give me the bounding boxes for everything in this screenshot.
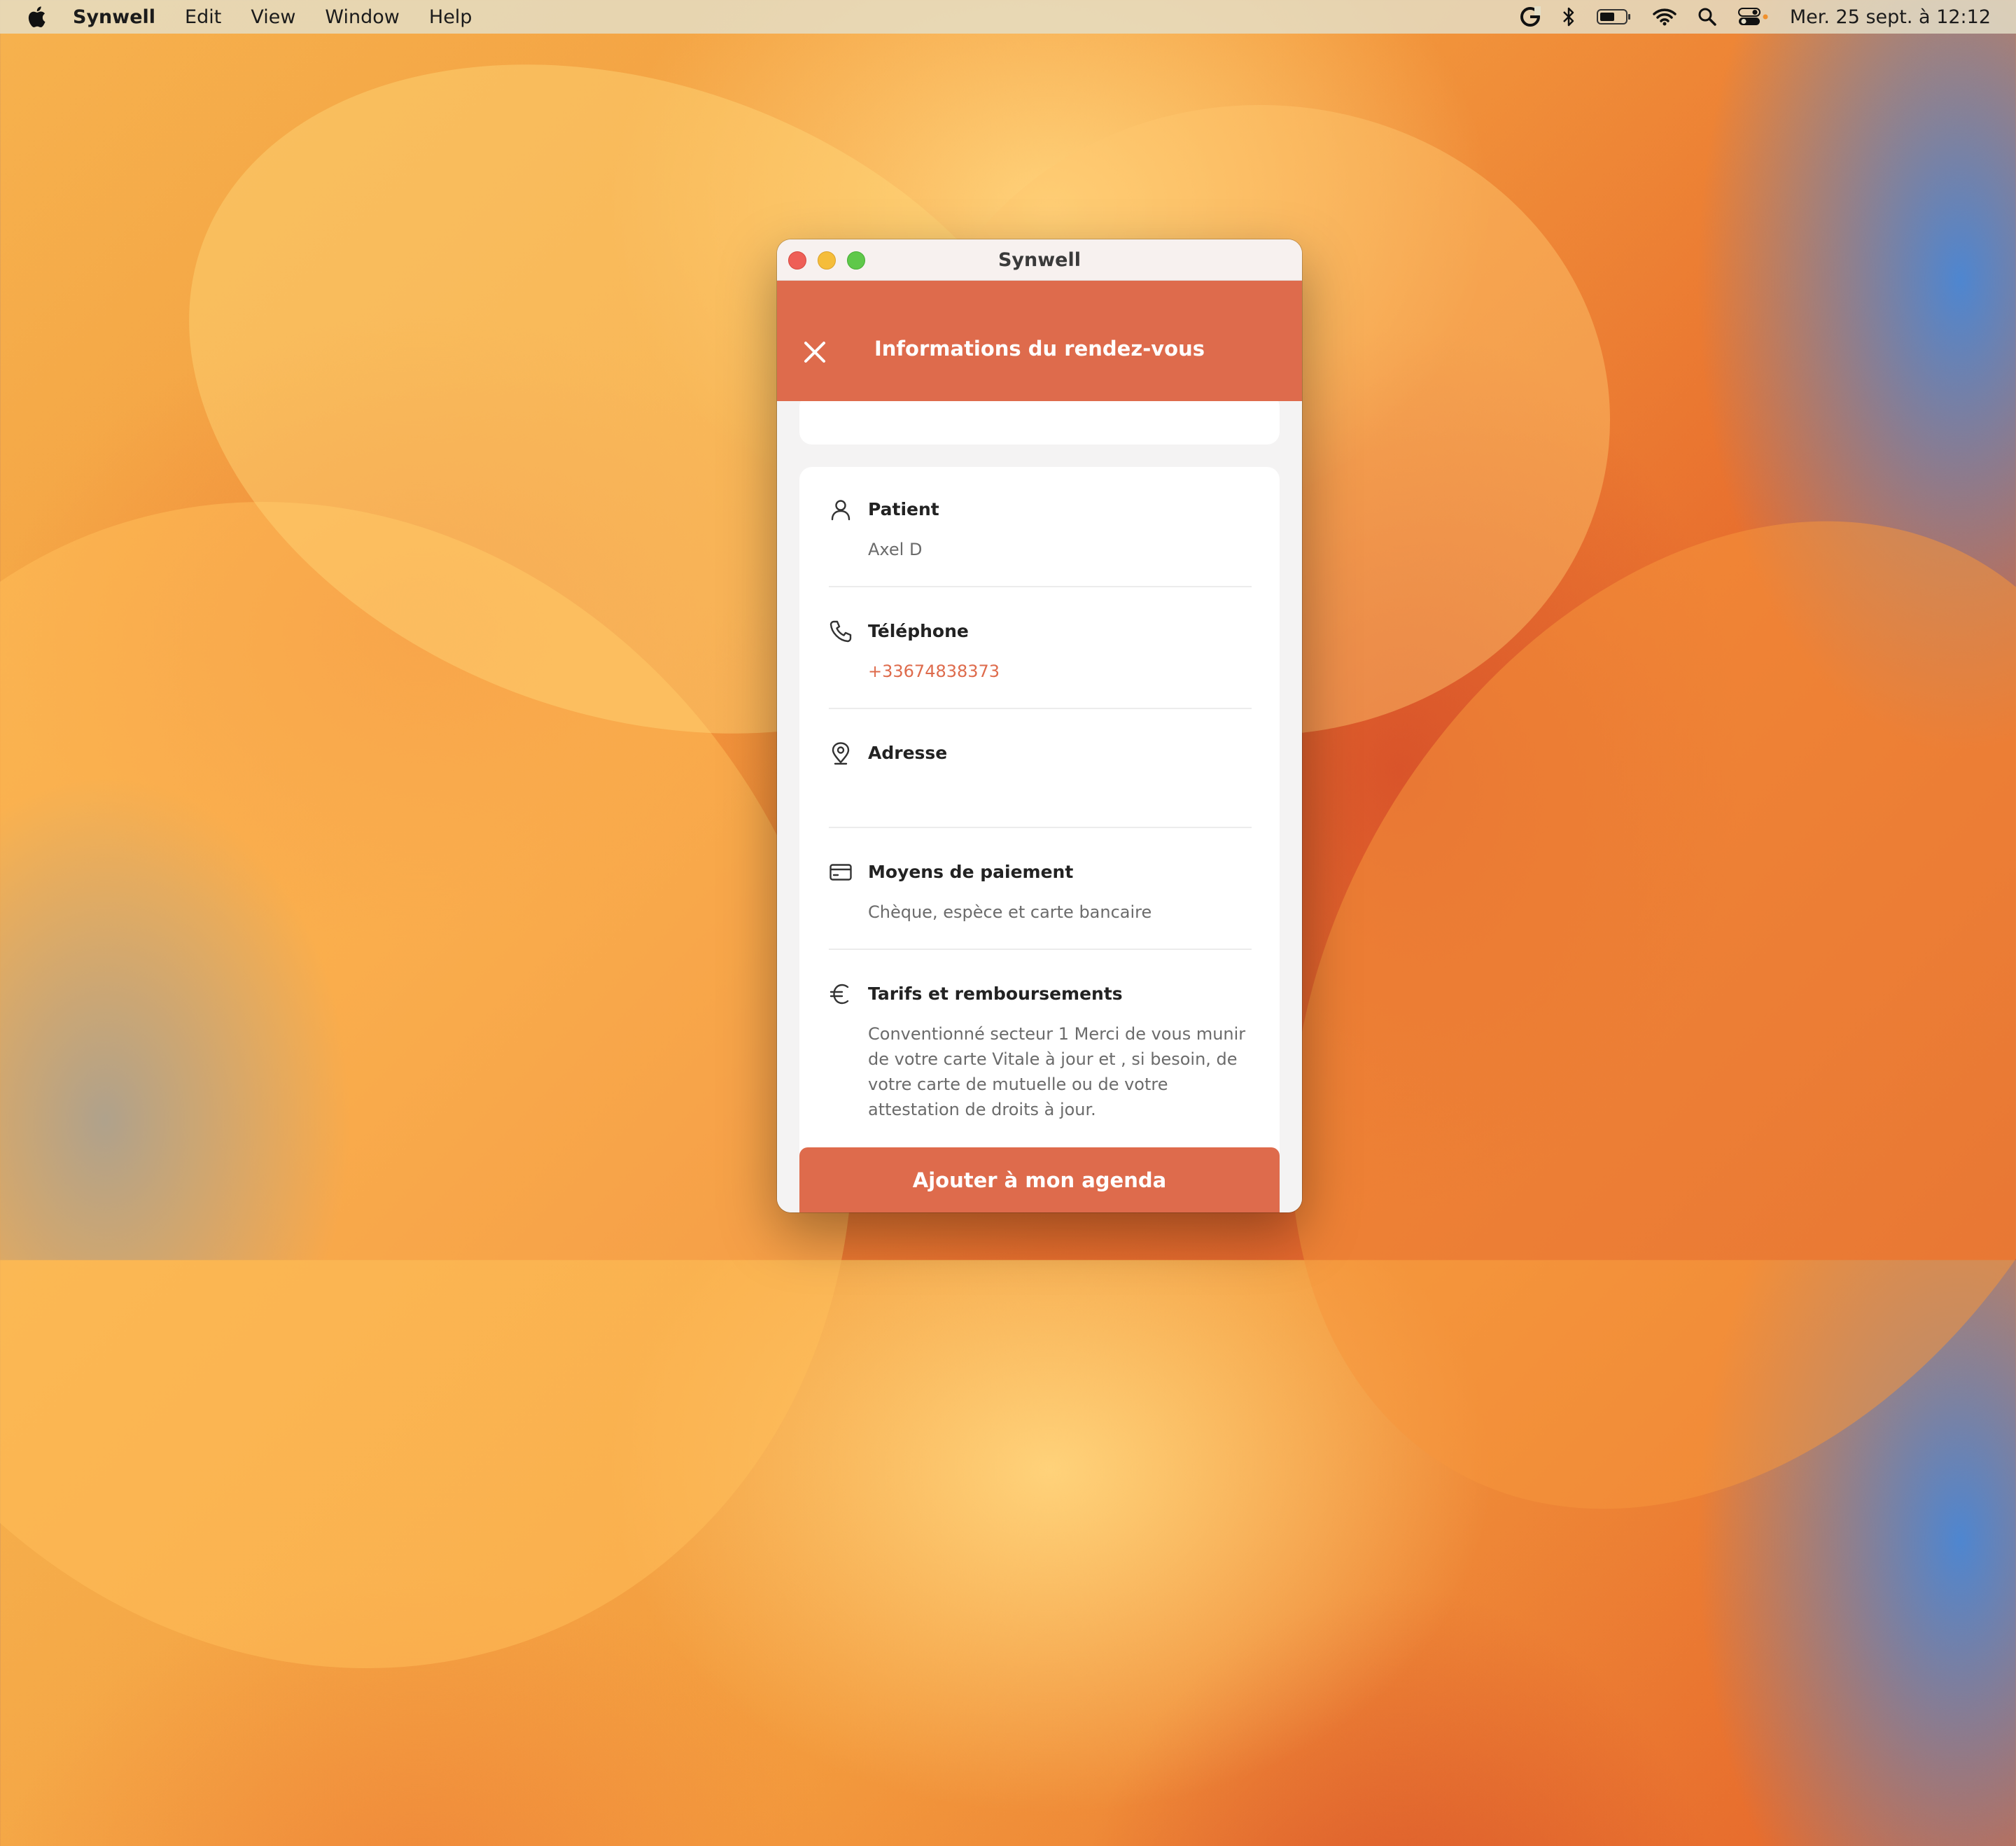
divider xyxy=(829,586,1252,587)
control-center-icon[interactable] xyxy=(1737,7,1769,27)
patient-value: Axel D xyxy=(868,540,923,559)
window-titlebar[interactable]: Synwell xyxy=(777,239,1302,281)
payment-value: Chèque, espèce et carte bancaire xyxy=(868,902,1152,922)
close-icon xyxy=(804,342,825,363)
menu-help[interactable]: Help xyxy=(429,6,472,28)
fees-label: Tarifs et remboursements xyxy=(868,984,1123,1004)
add-to-calendar-button[interactable]: Ajouter à mon agenda xyxy=(799,1147,1280,1212)
window-minimize-button[interactable] xyxy=(818,251,836,270)
phone-icon xyxy=(829,620,853,643)
credit-card-icon xyxy=(829,860,853,884)
battery-icon[interactable] xyxy=(1596,8,1632,25)
window-zoom-button[interactable] xyxy=(847,251,865,270)
divider xyxy=(829,827,1252,828)
payment-label: Moyens de paiement xyxy=(868,862,1074,882)
menu-app-name[interactable]: Synwell xyxy=(73,6,155,28)
menu-view[interactable]: View xyxy=(251,6,295,28)
menu-clock[interactable]: Mer. 25 sept. à 12:12 xyxy=(1790,6,1991,28)
phone-label: Téléphone xyxy=(868,621,969,641)
menu-window[interactable]: Window xyxy=(325,6,399,28)
scroll-content[interactable]: Patient Axel D Téléphone +33674838373 Ad… xyxy=(777,401,1302,1212)
location-pin-icon xyxy=(829,741,853,765)
traffic-lights xyxy=(788,251,876,270)
previous-card xyxy=(799,401,1280,445)
divider xyxy=(829,949,1252,950)
patient-label: Patient xyxy=(868,499,939,519)
wifi-icon[interactable] xyxy=(1653,8,1676,26)
address-label: Adresse xyxy=(868,743,948,763)
app-header: Informations du rendez-vous xyxy=(777,281,1302,401)
menu-edit[interactable]: Edit xyxy=(185,6,221,28)
window-close-button[interactable] xyxy=(788,251,806,270)
close-button[interactable] xyxy=(802,340,827,365)
phone-link[interactable]: +33674838373 xyxy=(868,659,1252,684)
details-card: Patient Axel D Téléphone +33674838373 Ad… xyxy=(799,467,1280,1167)
spotlight-search-icon[interactable] xyxy=(1698,7,1717,27)
user-icon xyxy=(829,498,853,522)
fees-value: Conventionné secteur 1 Merci de vous mun… xyxy=(868,1024,1246,1119)
window-title: Synwell xyxy=(997,249,1082,271)
divider xyxy=(829,708,1252,709)
menu-bar: Synwell Edit View Window Help Mer. 25 se… xyxy=(0,0,2016,34)
grammarly-icon[interactable] xyxy=(1520,6,1541,27)
apple-logo-icon[interactable] xyxy=(27,4,49,29)
bluetooth-icon[interactable] xyxy=(1562,6,1576,27)
euro-icon xyxy=(829,982,853,1006)
app-window: Synwell Informations du rendez-vous Pati… xyxy=(777,239,1302,1212)
page-title: Informations du rendez-vous xyxy=(874,337,1205,361)
